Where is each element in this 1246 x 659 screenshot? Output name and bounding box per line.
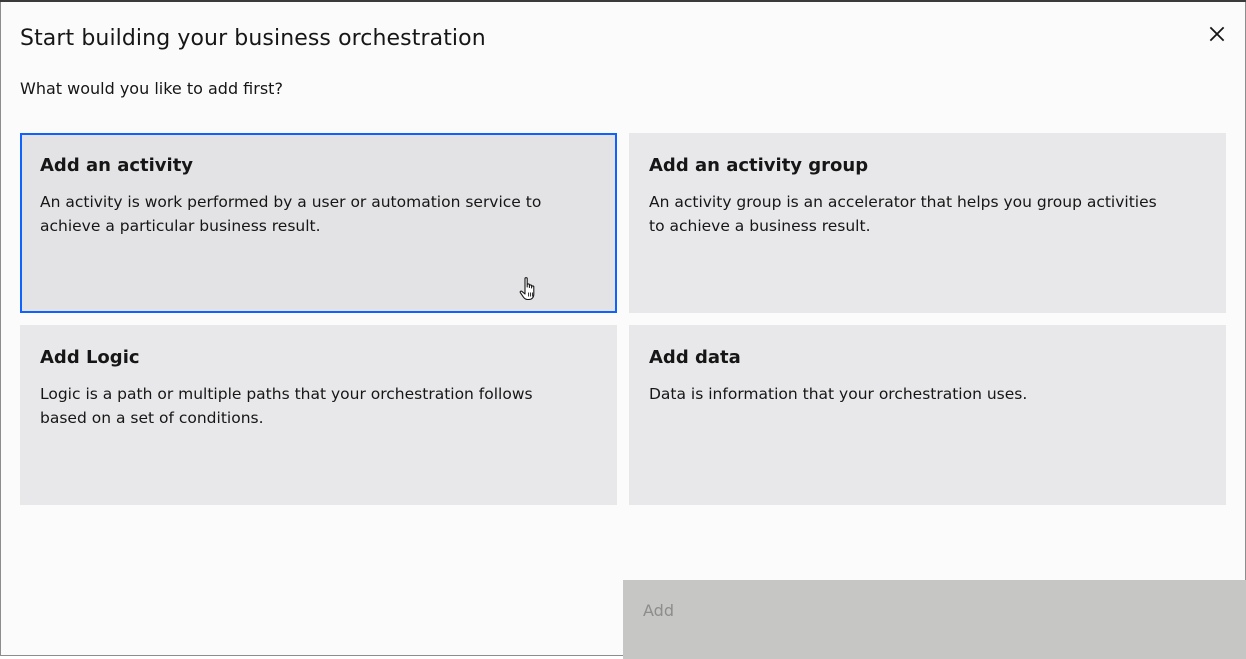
close-icon [1209,26,1225,42]
tile-description: An activity group is an accelerator that… [649,193,1157,235]
tile-add-logic[interactable]: Add Logic Logic is a path or multiple pa… [20,325,617,505]
tile-title: Add data [649,347,741,368]
tile-title: Add an activity group [649,155,869,176]
tile-add-activity-group[interactable]: Add an activity group An activity group … [629,133,1226,313]
hand-pointer-icon [519,277,535,301]
orchestration-modal: Start building your business orchestrati… [0,2,1246,659]
tile-description: Logic is a path or multiple paths that y… [40,385,533,427]
tile-add-data[interactable]: Add data Data is information that your o… [629,325,1226,505]
tile-description: Data is information that your orchestrat… [649,385,1028,403]
modal-subtitle: What would you like to add first? [20,79,283,98]
tile-description: An activity is work performed by a user … [40,193,542,235]
tile-title: Add an activity [40,155,194,176]
modal-title: Start building your business orchestrati… [20,26,486,51]
close-button[interactable] [1201,18,1233,50]
tile-title: Add Logic [40,347,140,368]
add-button[interactable]: Add [623,580,1246,659]
